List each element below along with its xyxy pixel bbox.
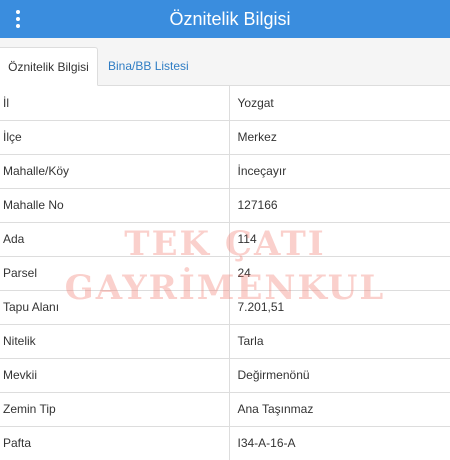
table-row: Mevkii Değirmenönü xyxy=(0,358,450,393)
app-header: Öznitelik Bilgisi xyxy=(0,0,450,38)
row-key: Pafta xyxy=(0,426,230,460)
row-value: Merkez xyxy=(229,120,450,155)
row-key: İl xyxy=(0,86,230,121)
row-value: I34-A-16-A xyxy=(229,426,450,460)
row-key: Nitelik xyxy=(0,324,230,359)
attribute-table: İl Yozgat İlçe Merkez Mahalle/Köy İnceça… xyxy=(0,86,450,460)
row-key: Parsel xyxy=(0,256,230,291)
table-row: Mahalle No 127166 xyxy=(0,188,450,223)
row-value: 7.201,51 xyxy=(229,290,450,325)
row-key: Mevkii xyxy=(0,358,230,393)
table-row: Nitelik Tarla xyxy=(0,324,450,359)
row-key: Ada xyxy=(0,222,230,257)
table-row: Zemin Tip Ana Taşınmaz xyxy=(0,392,450,427)
table-row: Parsel 24 xyxy=(0,256,450,291)
tab-attribute-info[interactable]: Öznitelik Bilgisi xyxy=(0,47,98,86)
row-key: Zemin Tip xyxy=(0,392,230,427)
row-key: Tapu Alanı xyxy=(0,290,230,325)
table-row: Ada 114 xyxy=(0,222,450,257)
row-value: Yozgat xyxy=(229,86,450,121)
table-row: Mahalle/Köy İnceçayır xyxy=(0,154,450,189)
row-value: Tarla xyxy=(229,324,450,359)
page-title: Öznitelik Bilgisi xyxy=(169,9,291,29)
row-key: Mahalle No xyxy=(0,188,230,223)
row-value: Değirmenönü xyxy=(229,358,450,393)
tab-bar: Öznitelik Bilgisi Bina/BB Listesi xyxy=(0,38,450,86)
attribute-table-container: İl Yozgat İlçe Merkez Mahalle/Köy İnceça… xyxy=(0,86,450,460)
table-row: İl Yozgat xyxy=(0,86,450,121)
table-row: İlçe Merkez xyxy=(0,120,450,155)
row-key: İlçe xyxy=(0,120,230,155)
row-value: 114 xyxy=(229,222,450,257)
table-row: Pafta I34-A-16-A xyxy=(0,426,450,460)
row-value: İnceçayır xyxy=(229,154,450,189)
row-value: 24 xyxy=(229,256,450,291)
table-row: Tapu Alanı 7.201,51 xyxy=(0,290,450,325)
row-value: 127166 xyxy=(229,188,450,223)
row-key: Mahalle/Köy xyxy=(0,154,230,189)
row-value: Ana Taşınmaz xyxy=(229,392,450,427)
tab-building-list[interactable]: Bina/BB Listesi xyxy=(99,47,197,86)
